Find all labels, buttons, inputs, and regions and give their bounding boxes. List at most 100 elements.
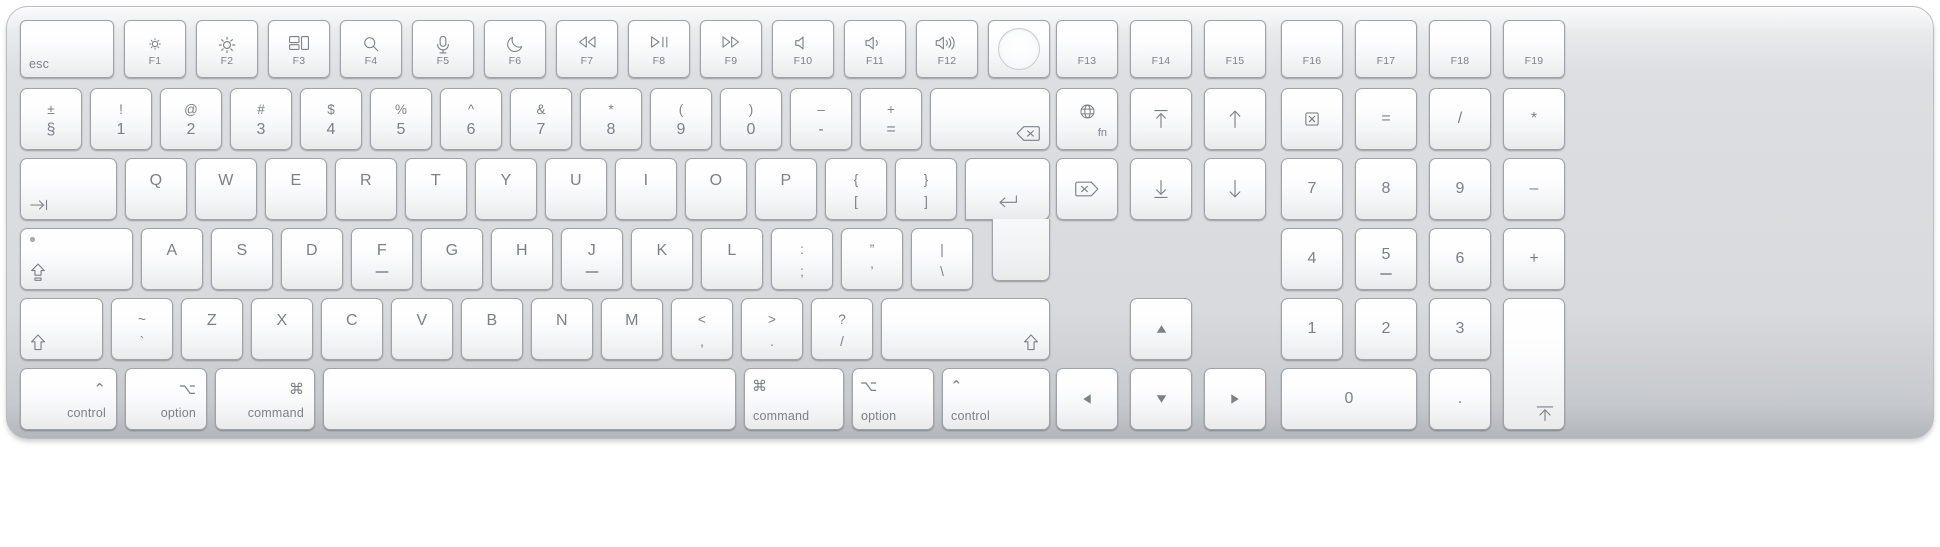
key-e[interactable]: E <box>265 158 327 220</box>
key-home[interactable] <box>1130 88 1192 150</box>
key-m[interactable]: M <box>601 298 663 360</box>
key-control-right[interactable]: ⌃ control <box>942 368 1050 430</box>
key-t[interactable]: T <box>405 158 467 220</box>
key-option-right[interactable]: ⌥ option <box>852 368 934 430</box>
key-num-1[interactable]: 1 <box>1281 298 1343 360</box>
key-num-8[interactable]: 8 <box>1355 158 1417 220</box>
key-s[interactable]: S <box>211 228 273 290</box>
key-y[interactable]: Y <box>475 158 537 220</box>
key-backslash[interactable]: | \ <box>911 228 973 290</box>
key-num-5[interactable]: 5 <box>1355 228 1417 290</box>
key-num-enter[interactable] <box>1503 298 1565 430</box>
key-7[interactable]: & 7 <box>510 88 572 150</box>
key-minus[interactable]: – - <box>790 88 852 150</box>
key-p[interactable]: P <box>755 158 817 220</box>
key-arrow-left[interactable] <box>1056 368 1118 430</box>
key-end[interactable] <box>1130 158 1192 220</box>
key-k[interactable]: K <box>631 228 693 290</box>
key-num-0[interactable]: 0 <box>1281 368 1417 430</box>
key-r[interactable]: R <box>335 158 397 220</box>
key-f16[interactable]: F16 <box>1281 20 1343 78</box>
key-f18[interactable]: F18 <box>1429 20 1491 78</box>
key-equal[interactable]: + = <box>860 88 922 150</box>
key-page-down[interactable] <box>1204 158 1266 220</box>
key-q[interactable]: Q <box>125 158 187 220</box>
key-v[interactable]: V <box>391 298 453 360</box>
key-page-up[interactable] <box>1204 88 1266 150</box>
key-6[interactable]: ^ 6 <box>440 88 502 150</box>
key-tab[interactable] <box>20 158 117 220</box>
key-f[interactable]: F <box>351 228 413 290</box>
key-4[interactable]: $ 4 <box>300 88 362 150</box>
key-o[interactable]: O <box>685 158 747 220</box>
key-8[interactable]: * 8 <box>580 88 642 150</box>
key-x[interactable]: X <box>251 298 313 360</box>
key-arrow-up[interactable] <box>1130 298 1192 360</box>
key-command-left[interactable]: ⌘ command <box>215 368 315 430</box>
key-num-star[interactable]: * <box>1503 88 1565 150</box>
key-quote[interactable]: ” ’ <box>841 228 903 290</box>
key-c[interactable]: C <box>321 298 383 360</box>
key-f11[interactable]: F11 <box>844 20 906 78</box>
key-f3[interactable]: F3 <box>268 20 330 78</box>
key-command-right[interactable]: ⌘ command <box>744 368 844 430</box>
key-delete[interactable] <box>930 88 1050 150</box>
key-num-slash[interactable]: / <box>1429 88 1491 150</box>
key-f15[interactable]: F15 <box>1204 20 1266 78</box>
key-num-4[interactable]: 4 <box>1281 228 1343 290</box>
key-f5[interactable]: F5 <box>412 20 474 78</box>
key-j[interactable]: J <box>561 228 623 290</box>
key-control-left[interactable]: ⌃ control <box>20 368 117 430</box>
key-w[interactable]: W <box>195 158 257 220</box>
key-f7[interactable]: F7 <box>556 20 618 78</box>
key-section[interactable]: ± § <box>20 88 82 150</box>
key-3[interactable]: # 3 <box>230 88 292 150</box>
key-touch-id[interactable] <box>988 20 1050 78</box>
key-forward-delete[interactable] <box>1056 158 1118 220</box>
key-shift-left[interactable] <box>20 298 103 360</box>
key-f6[interactable]: F6 <box>484 20 546 78</box>
key-2[interactable]: @ 2 <box>160 88 222 150</box>
key-f1[interactable]: F1 <box>124 20 186 78</box>
key-f12[interactable]: F12 <box>916 20 978 78</box>
key-f4[interactable]: F4 <box>340 20 402 78</box>
key-space[interactable] <box>323 368 736 430</box>
key-5[interactable]: % 5 <box>370 88 432 150</box>
key-grave[interactable]: ~ ` <box>111 298 173 360</box>
key-0[interactable]: ) 0 <box>720 88 782 150</box>
key-u[interactable]: U <box>545 158 607 220</box>
key-esc[interactable]: esc <box>20 20 114 78</box>
key-f10[interactable]: F10 <box>772 20 834 78</box>
key-arrow-down[interactable] <box>1130 368 1192 430</box>
key-num-plus[interactable]: + <box>1503 228 1565 290</box>
key-option-left[interactable]: ⌥ option <box>125 368 207 430</box>
key-f17[interactable]: F17 <box>1355 20 1417 78</box>
key-num-minus[interactable]: – <box>1503 158 1565 220</box>
key-num-decimal[interactable]: . <box>1429 368 1491 430</box>
key-slash[interactable]: ? / <box>811 298 873 360</box>
key-num-clear[interactable] <box>1281 88 1343 150</box>
key-num-6[interactable]: 6 <box>1429 228 1491 290</box>
key-comma[interactable]: < , <box>671 298 733 360</box>
key-arrow-right[interactable] <box>1204 368 1266 430</box>
key-semicolon[interactable]: : ; <box>771 228 833 290</box>
key-fn-globe[interactable]: fn <box>1056 88 1118 150</box>
key-g[interactable]: G <box>421 228 483 290</box>
key-f9[interactable]: F9 <box>700 20 762 78</box>
key-1[interactable]: ! 1 <box>90 88 152 150</box>
key-bracket-left[interactable]: { [ <box>825 158 887 220</box>
key-f19[interactable]: F19 <box>1503 20 1565 78</box>
key-num-equal[interactable]: = <box>1355 88 1417 150</box>
key-9[interactable]: ( 9 <box>650 88 712 150</box>
key-num-2[interactable]: 2 <box>1355 298 1417 360</box>
key-caps-lock[interactable] <box>20 228 133 290</box>
key-l[interactable]: L <box>701 228 763 290</box>
key-i[interactable]: I <box>615 158 677 220</box>
key-h[interactable]: H <box>491 228 553 290</box>
key-z[interactable]: Z <box>181 298 243 360</box>
key-num-7[interactable]: 7 <box>1281 158 1343 220</box>
key-n[interactable]: N <box>531 298 593 360</box>
key-bracket-right[interactable]: } ] <box>895 158 957 220</box>
key-num-3[interactable]: 3 <box>1429 298 1491 360</box>
key-period[interactable]: > . <box>741 298 803 360</box>
